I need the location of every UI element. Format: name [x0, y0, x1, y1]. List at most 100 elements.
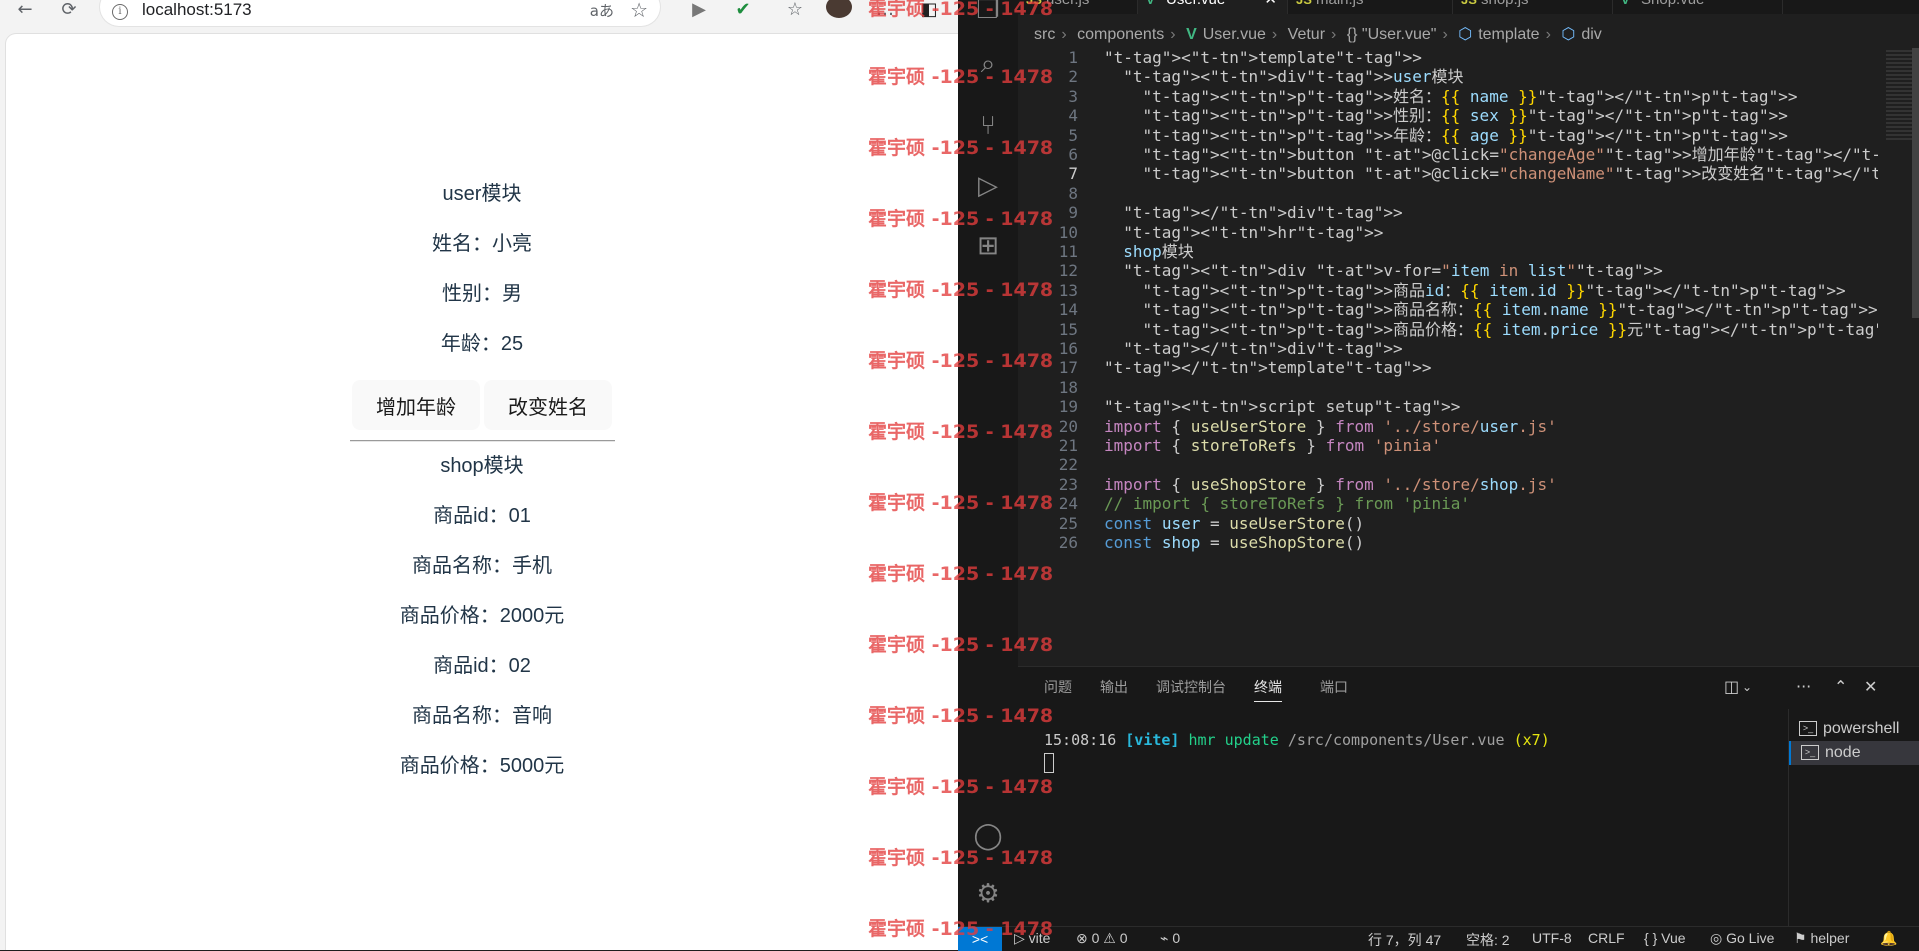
line-number: 26	[1058, 533, 1078, 552]
tab-user-js[interactable]: JS user.js	[1018, 0, 1138, 14]
tab-debug-console[interactable]: 调试控制台	[1156, 677, 1226, 697]
breadcrumb-item[interactable]: src	[1034, 26, 1055, 43]
terminal-output-line: 15:08:16 [vite] hmr update /src/componen…	[1044, 731, 1550, 749]
indentation[interactable]: 空格: 2	[1466, 930, 1510, 950]
user-name: 姓名：小亮	[432, 233, 532, 255]
tab-shop-vue[interactable]: V Shop.vue	[1613, 0, 1783, 14]
tab-label: shop.js	[1481, 0, 1529, 8]
breadcrumb-item[interactable]: div	[1581, 26, 1601, 43]
user-sex: 性别：男	[442, 283, 522, 305]
tab-problems[interactable]: 问题	[1044, 677, 1072, 697]
tab-shop-js[interactable]: JS shop.js	[1453, 0, 1613, 14]
ports-status[interactable]: ⌁ 0	[1160, 930, 1180, 947]
tab-label: main.js	[1316, 0, 1364, 8]
helper-status[interactable]: ⚑ helper	[1794, 930, 1849, 947]
read-aloud-icon[interactable]: aあ	[590, 0, 614, 21]
vscode-window: ❐ ⌕ ⑂ ▷ ⊞ ◯ ⚙ JS user.js V User.vue ✕ JS mai…	[958, 0, 1919, 950]
breadcrumb-item[interactable]: components	[1077, 26, 1164, 43]
problems-status[interactable]: ⊗ 0 ⚠ 0	[1076, 930, 1128, 947]
address-bar[interactable]: i localhost:5173 aあ ☆	[100, 0, 660, 26]
tab-terminal[interactable]: 终端	[1254, 677, 1282, 702]
split-terminal-icon[interactable]: ◫	[1724, 677, 1739, 696]
shop-module-title: shop模块	[440, 455, 524, 477]
profile-avatar[interactable]	[826, 0, 852, 18]
maximize-panel-icon[interactable]: ⌃	[1834, 677, 1847, 696]
terminal-powershell[interactable]: >_ powershell	[1789, 717, 1919, 741]
tab-user-vue[interactable]: V User.vue ✕	[1138, 0, 1288, 14]
chevron-down-icon[interactable]: ⌄	[1742, 680, 1752, 694]
editor-scrollbar[interactable]	[1912, 48, 1919, 318]
tab-label: user.js	[1046, 0, 1089, 8]
go-live-label: Go Live	[1726, 930, 1775, 946]
vite-status[interactable]: ▷ vite	[1014, 930, 1050, 947]
chevron-right-icon: ›	[1331, 26, 1337, 43]
run-debug-icon[interactable]: ▷	[970, 168, 1006, 204]
user-age: 年龄：25	[440, 333, 524, 355]
helper-label: helper	[1810, 930, 1850, 946]
terminal-name: node	[1825, 744, 1861, 761]
user-module-title: user模块	[442, 183, 522, 205]
remote-indicator[interactable]: ><	[958, 927, 1002, 951]
breadcrumb-item[interactable]: {} "User.vue"	[1347, 26, 1437, 43]
shield-check-icon[interactable]: ✔	[730, 0, 756, 22]
activity-bar: ❐ ⌕ ⑂ ▷ ⊞ ◯ ⚙	[958, 0, 1018, 926]
bottom-panel: 问题 输出 调试控制台 终端 端口 ◫ ⌄ ··· ⌃ ✕ 15:08:16 […	[1018, 666, 1919, 927]
terminal-node[interactable]: >_ node	[1789, 741, 1919, 765]
item-id: 商品id：02	[433, 655, 531, 677]
editor-area: JS user.js V User.vue ✕ JS main.js JS shop.js…	[1018, 0, 1919, 927]
breadcrumb-item[interactable]: Vetur	[1288, 26, 1325, 43]
divider	[350, 440, 615, 442]
js-file-icon: JS	[1026, 0, 1042, 14]
tab-label: Shop.vue	[1641, 0, 1704, 8]
settings-gear-icon[interactable]: ⚙	[970, 876, 1006, 912]
more-icon[interactable]: …	[872, 0, 898, 22]
encoding[interactable]: UTF-8	[1532, 930, 1572, 946]
account-icon[interactable]: ◯	[970, 818, 1006, 854]
tab-output[interactable]: 输出	[1100, 677, 1128, 697]
url-text[interactable]: localhost:5173	[142, 0, 252, 20]
increase-age-button[interactable]: 增加年龄	[352, 380, 480, 430]
sidebar-toggle-icon[interactable]: ◧	[916, 0, 942, 22]
js-file-icon: JS	[1461, 0, 1477, 14]
back-icon[interactable]: ←	[12, 0, 38, 22]
terminal-vite-tag: [vite]	[1125, 731, 1180, 749]
line-ending[interactable]: CRLF	[1588, 930, 1625, 946]
search-icon[interactable]: ⌕	[970, 46, 1006, 82]
change-name-button[interactable]: 改变姓名	[484, 380, 612, 430]
web-page: user模块 姓名：小亮 性别：男 年龄：25 增加年龄 改变姓名 shop模块…	[6, 34, 958, 950]
breadcrumb: src › components › V User.vue › Vetur › {} "U…	[1018, 22, 1919, 48]
tab-ports[interactable]: 端口	[1320, 677, 1348, 697]
cursor-position[interactable]: 行 7，列 47	[1368, 930, 1441, 950]
cube-icon: ⬡	[1561, 26, 1576, 43]
explorer-icon[interactable]: ❐	[970, 0, 1006, 28]
site-info-icon[interactable]: i	[112, 4, 128, 20]
terminal-count: (x7)	[1513, 731, 1550, 749]
extensions-icon[interactable]: ⊞	[970, 228, 1006, 264]
notifications-icon[interactable]: 🔔	[1880, 930, 1897, 947]
code-editor[interactable]: 1 "t-tag"><"t-tn">template"t-tag">> 2 "t-t…	[1018, 48, 1878, 664]
vite-label: vite	[1028, 930, 1051, 946]
go-live-button[interactable]: ◎ Go Live	[1710, 930, 1774, 947]
item-name: 商品名称：音响	[412, 705, 552, 727]
browser-window: ← ⟳ i localhost:5173 aあ ☆ ▶ ✔ ☆ … ◧ user…	[0, 0, 958, 950]
close-tab-icon[interactable]: ✕	[1264, 0, 1277, 14]
code-text: const shop = useShopStore()	[1104, 533, 1365, 552]
breadcrumb-item[interactable]: template	[1478, 26, 1539, 43]
chevron-right-icon: ›	[1442, 26, 1448, 43]
close-panel-icon[interactable]: ✕	[1864, 677, 1877, 696]
tab-main-js[interactable]: JS main.js	[1288, 0, 1453, 14]
source-control-icon[interactable]: ⑂	[970, 108, 1006, 144]
bookmark-star-icon[interactable]: ☆	[630, 0, 648, 22]
reload-icon[interactable]: ⟳	[56, 0, 82, 22]
chevron-right-icon: ›	[1170, 26, 1176, 43]
terminal-icon: >_	[1799, 721, 1817, 736]
item-price: 商品价格：2000元	[399, 605, 565, 627]
breadcrumb-item[interactable]: User.vue	[1203, 26, 1266, 43]
more-actions-icon[interactable]: ···	[1796, 677, 1811, 696]
terminal-message: hmr update	[1188, 731, 1279, 749]
code-line[interactable]: 26 const shop = useShopStore()	[1018, 531, 1878, 555]
language-mode[interactable]: { } Vue	[1644, 930, 1686, 946]
favorites-icon[interactable]: ☆	[782, 0, 808, 22]
cube-icon: ⬡	[1458, 26, 1473, 43]
play-icon[interactable]: ▶	[686, 0, 712, 22]
